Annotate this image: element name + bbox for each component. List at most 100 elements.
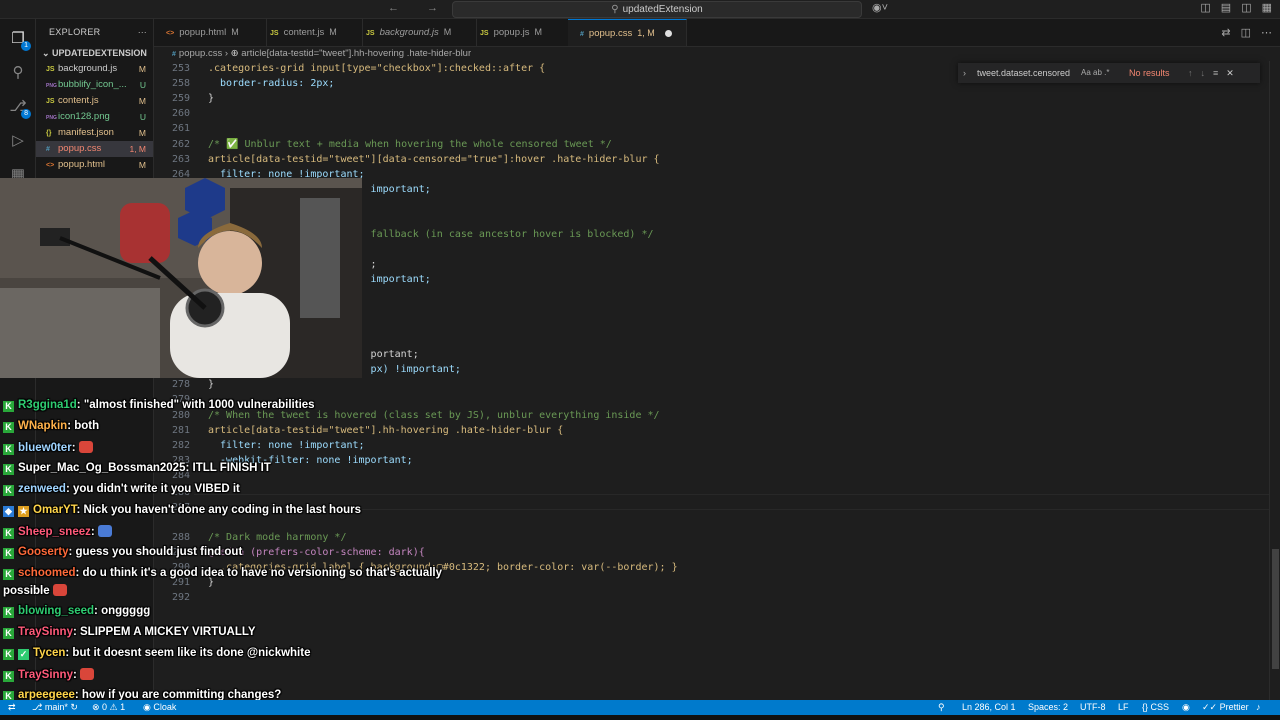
scrollbar-thumb[interactable]: [1272, 549, 1279, 669]
copilot-icon[interactable]: ◉˅: [872, 1, 888, 14]
tab-label: popup.js: [493, 27, 530, 38]
breadcrumb-symbol-icon: ⊕: [230, 48, 239, 59]
chat-message: K R3ggina1d: "almost finished" with 1000 …: [3, 399, 315, 412]
tab-popup-css[interactable]: # popup.css 1, M: [568, 19, 687, 46]
notifications-icon[interactable]: ♪: [1256, 700, 1261, 715]
line-number: 253: [171, 63, 190, 74]
arrow-left-icon[interactable]: ←: [388, 2, 399, 14]
tab-content-js[interactable]: JS content.js M: [258, 19, 363, 46]
file-item[interactable]: JS content.js M: [36, 93, 153, 109]
chat-message: Kblowing_seed: onggggg: [3, 605, 150, 618]
find-in-selection-icon[interactable]: ≡: [1213, 68, 1218, 78]
chat-text: : "almost finished" with 1000 vulnerabil…: [76, 399, 315, 411]
breadcrumb-file[interactable]: popup.css: [179, 48, 222, 59]
chat-text: : both: [67, 420, 100, 432]
chevron-right-icon[interactable]: ›: [963, 63, 966, 83]
kick-badge-icon: K: [3, 528, 14, 539]
webcam-overlay: [0, 178, 362, 378]
json-file-icon: {}: [46, 130, 52, 137]
kick-badge-icon: K: [3, 649, 14, 660]
editor-scrollbar[interactable]: [1269, 61, 1280, 700]
language-mode[interactable]: {} CSS: [1142, 700, 1169, 715]
git-branch[interactable]: ⎇ main* ↻: [32, 700, 78, 715]
status-bar: ⇄ ⎇ main* ↻ ⊗ 0 ⚠ 1 ◉ Cloak ⚲ Ln 286, Co…: [0, 700, 1280, 715]
compare-icon[interactable]: ⇄: [1221, 27, 1230, 39]
file-item[interactable]: PNGbubblify_icon_... U: [36, 77, 153, 93]
chat-text: : SLIPPEM A MICKEY VIRTUALLY: [72, 626, 256, 638]
kick-badge-icon: K: [3, 485, 14, 496]
code-text: /* ✅ Unblur text + media when hovering t…: [208, 139, 612, 150]
run-debug-icon[interactable]: ▷: [8, 131, 28, 151]
file-item-selected[interactable]: # popup.css 1, M: [36, 141, 153, 157]
chat-text: : Nick you haven't done any coding in th…: [76, 504, 361, 516]
search-icon[interactable]: ⚲: [8, 63, 28, 83]
cursor-position[interactable]: Ln 286, Col 1: [962, 700, 1016, 715]
file-item[interactable]: {} manifest.json M: [36, 125, 153, 141]
file-item[interactable]: JS background.js M: [36, 61, 153, 77]
prettier-label: Prettier: [1219, 702, 1249, 712]
arrow-right-icon[interactable]: →: [427, 2, 438, 14]
emote-icon: [78, 441, 93, 453]
code-text: .categories-grid input[type="checkbox"]:…: [208, 63, 546, 74]
cloak-toggle[interactable]: ◉ Cloak: [143, 700, 176, 715]
find-input[interactable]: tweet.dataset.censored: [977, 63, 1077, 83]
indentation[interactable]: Spaces: 2: [1028, 700, 1068, 715]
tab-label: popup.css: [588, 28, 633, 39]
search-icon: ⚲: [611, 4, 619, 15]
breadcrumb: # popup.css › ⊕ article[data-testid="twee…: [172, 48, 472, 59]
sync-icon[interactable]: ↻: [70, 702, 78, 712]
tab-popup-js[interactable]: JS popup.js M: [468, 19, 577, 46]
find-result-count: No results: [1129, 68, 1170, 78]
line-number: 278: [171, 379, 190, 390]
command-center[interactable]: ⚲ updatedExtension: [452, 1, 862, 18]
cloak-label: Cloak: [153, 702, 177, 712]
tab-status: 1, M: [637, 28, 655, 38]
kick-badge-icon: K: [3, 607, 14, 618]
split-editor-icon[interactable]: ◫: [1241, 27, 1251, 39]
encoding[interactable]: UTF-8: [1080, 700, 1106, 715]
arrow-down-icon[interactable]: ↓: [1201, 68, 1206, 78]
title-bar: ← → ⚲ updatedExtension ◉˅ ◫ ▤ ◫ ▦: [0, 0, 1280, 19]
problems-indicator[interactable]: ⊗ 0 ⚠ 1: [92, 700, 125, 715]
more-actions-icon[interactable]: ⋯: [1261, 27, 1272, 39]
zoom-icon[interactable]: ⚲: [938, 700, 945, 715]
emote-icon: [97, 525, 112, 537]
file-item[interactable]: PNGicon128.png U: [36, 109, 153, 125]
js-file-icon: JS: [46, 98, 55, 105]
css-file-icon: #: [46, 146, 50, 153]
workspace-folder[interactable]: ⌄ UPDATEDEXTENSION: [36, 45, 153, 61]
chat-text: :: [71, 442, 79, 454]
chat-text: : onggggg: [94, 605, 151, 617]
find-controls: ↑ ↓ ≡ ✕: [1188, 63, 1242, 83]
source-control-icon[interactable]: ⎇ 8: [8, 97, 31, 119]
explorer-icon[interactable]: ❐ 1: [8, 29, 31, 51]
regex-icon[interactable]: .*: [1104, 68, 1109, 77]
code-editor[interactable]: 253 .categories-grid input[type="checkbox…: [154, 61, 1270, 700]
toggle-sidebar-icon[interactable]: ◫: [1200, 2, 1210, 14]
chat-message: Kzenweed: you didn't write it you VIBED …: [3, 483, 240, 496]
chat-text: :: [90, 526, 98, 538]
explorer-header: EXPLORER ⋯: [36, 19, 153, 45]
tab-background-js[interactable]: JS background.js M: [354, 19, 477, 46]
close-icon[interactable]: ✕: [1226, 68, 1234, 78]
more-actions-icon[interactable]: ⋯: [138, 19, 147, 45]
chat-username: WNapkin: [18, 420, 68, 432]
toggle-secondary-sidebar-icon[interactable]: ◫: [1241, 2, 1251, 14]
whole-word-icon[interactable]: ab: [1093, 68, 1102, 77]
tab-popup-html[interactable]: <> popup.html M: [154, 19, 267, 46]
line-ending[interactable]: LF: [1118, 700, 1129, 715]
remote-icon[interactable]: ⇄: [8, 700, 16, 715]
chat-text: : do u think it's a good idea to have no…: [75, 567, 443, 579]
file-item[interactable]: <> popup.html M: [36, 157, 153, 173]
unsaved-dot-icon[interactable]: [664, 29, 672, 37]
arrow-up-icon[interactable]: ↑: [1188, 68, 1193, 78]
chat-username: Tycen: [33, 647, 66, 659]
copilot-status-icon[interactable]: ◉: [1182, 700, 1190, 715]
match-case-icon[interactable]: Aa: [1081, 68, 1091, 77]
image-file-icon: PNG: [46, 83, 57, 89]
editor-tab-bar: <> popup.html M JS content.js M JS background…: [154, 19, 1280, 47]
breadcrumb-symbol[interactable]: article[data-testid="tweet"].hh-hovering…: [241, 48, 471, 59]
toggle-panel-icon[interactable]: ▤: [1221, 2, 1231, 14]
prettier-status[interactable]: ✓✓ Prettier: [1202, 700, 1249, 715]
customize-layout-icon[interactable]: ▦: [1262, 2, 1272, 14]
